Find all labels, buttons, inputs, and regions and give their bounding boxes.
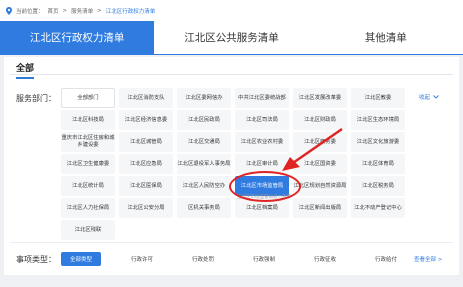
department-button[interactable]: 江北区城管局 bbox=[119, 132, 173, 152]
type-option[interactable]: 全部类型 bbox=[61, 252, 101, 266]
department-label: 服务部门： bbox=[16, 94, 56, 103]
department-button[interactable]: 江北区文化旅游委 bbox=[351, 132, 405, 152]
type-option[interactable]: 行政处罚 bbox=[183, 252, 223, 266]
location-pin-icon bbox=[6, 6, 12, 15]
type-option[interactable]: 行政给付 bbox=[366, 252, 406, 266]
department-button[interactable]: 江北区体育局 bbox=[351, 154, 405, 174]
annotation-circle bbox=[229, 171, 301, 202]
collapse-button[interactable]: 收起 bbox=[419, 93, 439, 101]
tab-administrative-power-list[interactable]: 江北区行政权力清单 bbox=[0, 21, 155, 54]
view-all-link[interactable]: 查看全部 > bbox=[414, 252, 442, 266]
department-button[interactable]: 江北区科技局 bbox=[61, 110, 115, 130]
department-button[interactable]: 江北区消防支队 bbox=[119, 88, 173, 108]
department-button[interactable]: 江北区发展改革委 bbox=[293, 88, 347, 108]
list-tabs: 江北区行政权力清单 江北区公共服务清单 其他清单 bbox=[0, 21, 463, 55]
department-button[interactable]: 江北区人力社保局 bbox=[61, 198, 115, 218]
department-button[interactable]: 江北区规划自然资源局 bbox=[293, 176, 347, 196]
breadcrumb-service-list[interactable]: 服务清单 bbox=[71, 7, 93, 15]
department-button[interactable]: 江北区残联 bbox=[61, 220, 115, 240]
department-button[interactable]: 江北区新闻出版局 bbox=[293, 198, 347, 218]
department-button[interactable]: 江北区教委 bbox=[351, 88, 405, 108]
department-button[interactable]: 江北区人民防空办 bbox=[177, 176, 231, 196]
breadcrumb-current: 江北区行政权力清单 bbox=[105, 8, 156, 15]
breadcrumb-prefix: 当前位置： bbox=[16, 8, 44, 15]
department-button[interactable]: 区机关事务局 bbox=[177, 198, 231, 218]
type-option[interactable]: 行政征收 bbox=[305, 252, 345, 266]
department-button[interactable]: 江北区交通局 bbox=[177, 132, 231, 152]
divider bbox=[10, 242, 453, 243]
department-button[interactable]: 江北区退役军人事务局 bbox=[177, 154, 231, 174]
department-button[interactable]: 中共江北区委统战部 bbox=[235, 88, 289, 108]
department-button[interactable]: 江北区经济信息委 bbox=[119, 110, 173, 130]
department-button[interactable]: 江北区应急局 bbox=[119, 154, 173, 174]
department-button[interactable]: 江北区委网信办 bbox=[177, 88, 231, 108]
department-button[interactable]: 江北区公安分局 bbox=[119, 198, 173, 218]
breadcrumb-home[interactable]: 首页 bbox=[48, 7, 59, 15]
collapse-label: 收起 bbox=[419, 95, 431, 101]
tab-public-service-list[interactable]: 江北区公共服务清单 bbox=[154, 21, 308, 54]
subtab-all[interactable]: 全部 bbox=[16, 61, 35, 79]
type-option[interactable]: 行政许可 bbox=[122, 252, 162, 266]
annotation-arrow bbox=[282, 127, 343, 171]
type-option[interactable]: 行政强制 bbox=[244, 252, 284, 266]
breadcrumb: 当前位置： 首页 > 服务清单 > 江北区行政权力清单 bbox=[0, 0, 463, 21]
department-button[interactable]: 江北区统计局 bbox=[61, 176, 115, 196]
department-button[interactable]: 江北区医保局 bbox=[119, 176, 173, 196]
department-button[interactable]: 江北区卫生健康委 bbox=[61, 154, 115, 174]
department-button[interactable]: 江北区生态环境局 bbox=[351, 110, 405, 130]
filter-panel: 全部 服务部门： 收起 全部部门 江北区消防支队 江北区委网信办 中共江北区委统战部江… bbox=[4, 57, 459, 275]
tab-other-lists[interactable]: 其他清单 bbox=[309, 21, 463, 54]
department-button[interactable]: 全部部门 bbox=[61, 88, 115, 108]
chevron-down-icon bbox=[433, 95, 439, 99]
department-button[interactable]: 江北区税务局 bbox=[351, 176, 405, 196]
breadcrumb-separator: > bbox=[62, 7, 68, 14]
breadcrumb-separator: > bbox=[97, 7, 102, 14]
department-button[interactable]: 重庆市江北区住房和城乡建设委 bbox=[61, 132, 115, 152]
department-button[interactable]: 江北区民政局 bbox=[177, 110, 231, 130]
department-button[interactable]: 江北不动产登记中心 bbox=[351, 198, 405, 218]
divider bbox=[10, 74, 453, 75]
type-label: 事项类型： bbox=[16, 255, 56, 264]
